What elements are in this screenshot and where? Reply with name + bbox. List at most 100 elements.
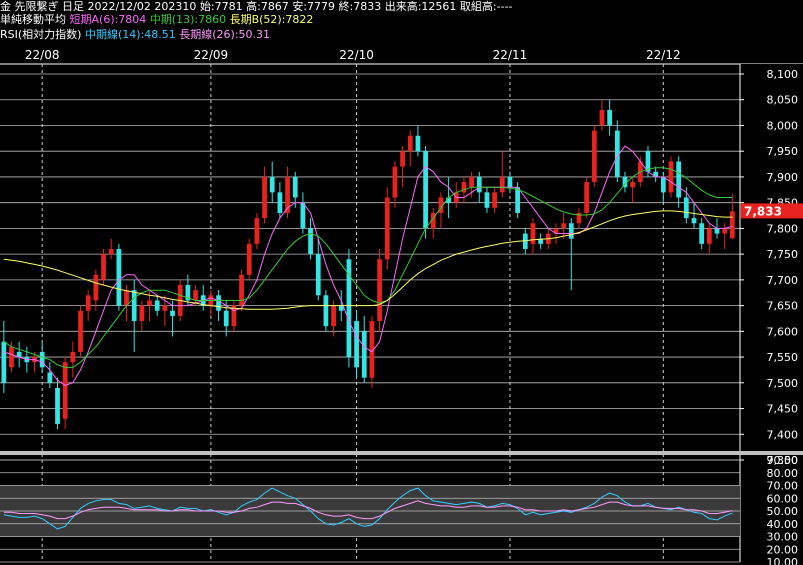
candle-body xyxy=(591,130,597,183)
x-tick-label: 22/10 xyxy=(339,48,374,62)
price-tick-label: 7,700 xyxy=(767,274,799,287)
rsi-tick-label: 70.00 xyxy=(767,480,799,493)
candle-body xyxy=(469,176,474,188)
current-price-tag: 7,833 xyxy=(741,203,803,219)
candle-body xyxy=(584,182,590,213)
candle-body xyxy=(116,248,122,306)
candle-body xyxy=(714,228,720,234)
candle-body xyxy=(407,135,413,152)
candle-body xyxy=(400,151,405,167)
price-tick-label: 7,650 xyxy=(767,300,799,313)
candle-body xyxy=(216,295,221,311)
rsi-tick-label: 80.00 xyxy=(767,467,799,480)
price-tick-label: 7,950 xyxy=(767,145,799,158)
candle-body xyxy=(499,176,505,193)
candle-body xyxy=(147,300,152,306)
candle-body xyxy=(323,295,329,327)
candle-body xyxy=(706,228,712,244)
candle-body xyxy=(223,310,229,327)
candle-body xyxy=(561,223,567,229)
rsi-tick-label: 30.00 xyxy=(767,531,799,544)
candle-body xyxy=(9,346,14,368)
candle-body xyxy=(254,218,260,244)
candle-body xyxy=(676,161,682,198)
ma-b-line xyxy=(3,167,733,368)
candle-body xyxy=(630,182,636,188)
candle-body xyxy=(154,300,160,311)
candle-body xyxy=(507,176,513,188)
candle-body xyxy=(47,372,53,383)
rsi-tick-label: 90.00 xyxy=(767,454,799,467)
candle-body xyxy=(308,228,313,255)
candle-body xyxy=(131,290,137,322)
candle-body xyxy=(1,341,7,383)
x-tick-label: 22/12 xyxy=(646,48,681,62)
candle-body xyxy=(93,274,99,301)
price-tick-label: 7,800 xyxy=(767,222,799,235)
candle-body xyxy=(691,218,697,224)
candle-body xyxy=(392,166,398,198)
candle-body xyxy=(162,305,168,311)
rsi-panel: 90.0080.0070.0060.0050.0040.0030.0020.00… xyxy=(0,451,803,565)
panel-separator xyxy=(0,451,803,455)
candle-body xyxy=(699,223,705,244)
candle-body xyxy=(262,176,267,219)
candle-body xyxy=(193,290,198,301)
candle-body xyxy=(361,331,367,378)
candles xyxy=(1,99,735,430)
price-tick-label: 7,750 xyxy=(767,248,799,261)
candle-body xyxy=(300,202,306,229)
price-tick-label: 8,050 xyxy=(767,94,799,107)
rsi-tick-label: 40.00 xyxy=(767,518,799,531)
candle-body xyxy=(108,248,114,255)
price-tick-label: 7,500 xyxy=(767,377,799,390)
candle-body xyxy=(660,176,666,193)
candle-body xyxy=(170,310,175,316)
candle-body xyxy=(530,223,536,244)
price-tick-label: 7,550 xyxy=(767,351,799,364)
candle-body xyxy=(668,161,674,193)
ma-c-line xyxy=(3,210,733,310)
candle-body xyxy=(277,192,283,213)
current-price-text: 7,833 xyxy=(744,204,782,218)
candle-body xyxy=(269,176,275,193)
candle-body xyxy=(101,254,106,280)
candle-body xyxy=(70,351,76,363)
candle-body xyxy=(729,211,735,239)
candle-body xyxy=(568,223,574,239)
candle-body xyxy=(78,310,83,352)
candle-body xyxy=(331,305,336,327)
candle-body xyxy=(515,187,520,213)
candle-body xyxy=(62,362,68,419)
rsi-tick-label: 60.00 xyxy=(767,492,799,505)
price-tick-label: 7,450 xyxy=(767,403,799,416)
candle-body xyxy=(354,321,359,368)
chart-canvas[interactable]: 22/08 22/09 22/10 22/11 22/12 8,100 8,050 8,00… xyxy=(0,0,803,565)
candle-body xyxy=(292,176,298,198)
x-tick-label: 22/08 xyxy=(25,48,60,62)
candle-body xyxy=(492,192,497,208)
candle-body xyxy=(85,295,91,311)
x-tick-label: 22/11 xyxy=(493,48,528,62)
candle-body xyxy=(39,351,45,368)
candle-body xyxy=(683,197,689,219)
rsi-tick-label: 20.00 xyxy=(767,543,799,556)
candle-body xyxy=(423,151,428,229)
candle-body xyxy=(315,254,321,296)
price-tick-label: 7,900 xyxy=(767,171,799,184)
price-tick-label: 8,000 xyxy=(767,119,799,132)
candle-body xyxy=(484,192,490,208)
candle-body xyxy=(55,387,60,424)
candle-body xyxy=(246,243,252,275)
candle-body xyxy=(415,135,421,152)
candle-body xyxy=(384,197,390,260)
candle-body xyxy=(722,228,728,234)
candle-body xyxy=(607,110,613,126)
candle-body xyxy=(377,259,382,322)
rsi-tick-label: 50.00 xyxy=(767,505,799,518)
price-tick-label: 7,400 xyxy=(767,428,799,441)
candle-body xyxy=(476,176,482,193)
price-tick-label: 8,100 xyxy=(767,68,799,81)
candle-body xyxy=(139,305,145,322)
price-tick-label: 7,600 xyxy=(767,325,799,338)
